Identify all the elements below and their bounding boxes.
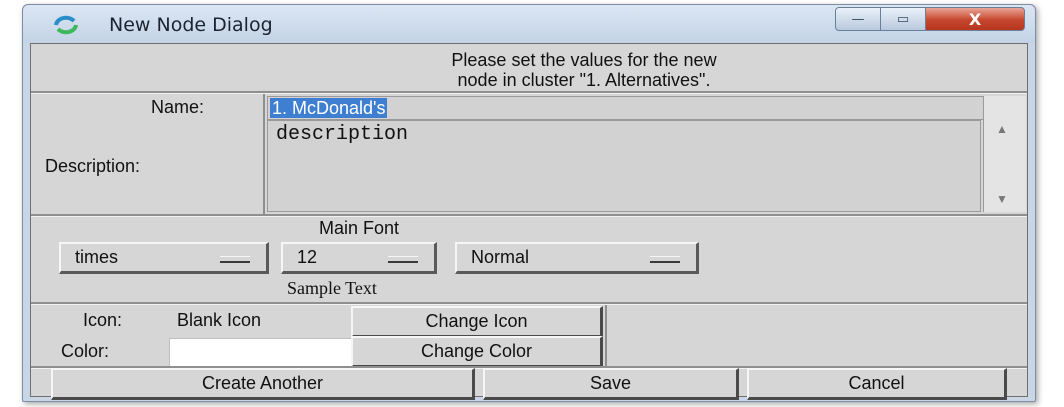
divider	[605, 305, 607, 367]
cancel-button[interactable]: Cancel	[747, 368, 1007, 400]
sample-text: Sample Text	[287, 278, 377, 298]
font-family-value: times	[75, 247, 119, 267]
description-textarea[interactable]: description	[267, 120, 981, 212]
window-title: New Node Dialog	[109, 14, 273, 36]
maximize-icon: ▭	[896, 11, 910, 27]
divider	[31, 302, 1027, 305]
font-size-dropdown[interactable]: 12	[281, 242, 437, 274]
divider	[31, 214, 1027, 217]
minimize-icon: —	[851, 11, 865, 27]
scroll-down-icon[interactable]: ▼	[996, 192, 1008, 206]
divider	[263, 94, 265, 214]
color-swatch	[169, 338, 353, 368]
save-button[interactable]: Save	[483, 368, 739, 400]
change-color-button[interactable]: Change Color	[351, 336, 603, 368]
create-another-label: Create Another	[201, 373, 324, 393]
minimize-button[interactable]: —	[835, 7, 881, 31]
font-family-dropdown[interactable]: times	[59, 242, 269, 274]
instructions: Please set the values for the new node i…	[31, 50, 1027, 90]
description-value: description	[276, 123, 409, 146]
main-font-heading: Main Font	[319, 218, 400, 238]
instructions-line-2: node in cluster "1. Alternatives".	[457, 70, 711, 90]
scroll-up-icon[interactable]: ▲	[996, 122, 1008, 136]
color-label: Color:	[61, 341, 110, 361]
dialog-body: Please set the values for the new node i…	[30, 43, 1028, 400]
dropdown-indicator-icon	[650, 256, 680, 263]
font-size-value: 12	[297, 247, 318, 267]
title-bar[interactable]: New Node Dialog — ▭ X	[23, 5, 1035, 43]
dropdown-indicator-icon	[220, 256, 250, 263]
maximize-button[interactable]: ▭	[880, 7, 926, 31]
change-color-label: Change Color	[420, 341, 533, 361]
app-logo-icon	[54, 15, 78, 35]
close-button[interactable]: X	[925, 7, 1025, 31]
save-label: Save	[589, 373, 632, 393]
change-icon-button[interactable]: Change Icon	[351, 306, 603, 338]
font-style-dropdown[interactable]: Normal	[455, 242, 699, 274]
divider	[31, 91, 1027, 94]
close-icon: X	[968, 9, 982, 29]
cancel-label: Cancel	[848, 373, 905, 393]
icon-label: Icon:	[83, 310, 123, 330]
instructions-line-1: Please set the values for the new	[451, 50, 717, 70]
new-node-dialog: New Node Dialog — ▭ X Please set the val…	[22, 4, 1036, 402]
font-style-value: Normal	[471, 247, 530, 267]
name-label: Name:	[151, 97, 205, 117]
change-icon-label: Change Icon	[425, 311, 528, 331]
icon-value: Blank Icon	[177, 310, 262, 330]
description-scrollbar[interactable]: ▲ ▼	[983, 96, 1026, 212]
dropdown-indicator-icon	[388, 256, 418, 263]
create-another-button[interactable]: Create Another	[51, 368, 475, 400]
name-input-value: 1. McDonald's	[270, 98, 388, 118]
name-input[interactable]: 1. McDonald's	[267, 96, 985, 120]
description-label: Description:	[45, 156, 141, 176]
